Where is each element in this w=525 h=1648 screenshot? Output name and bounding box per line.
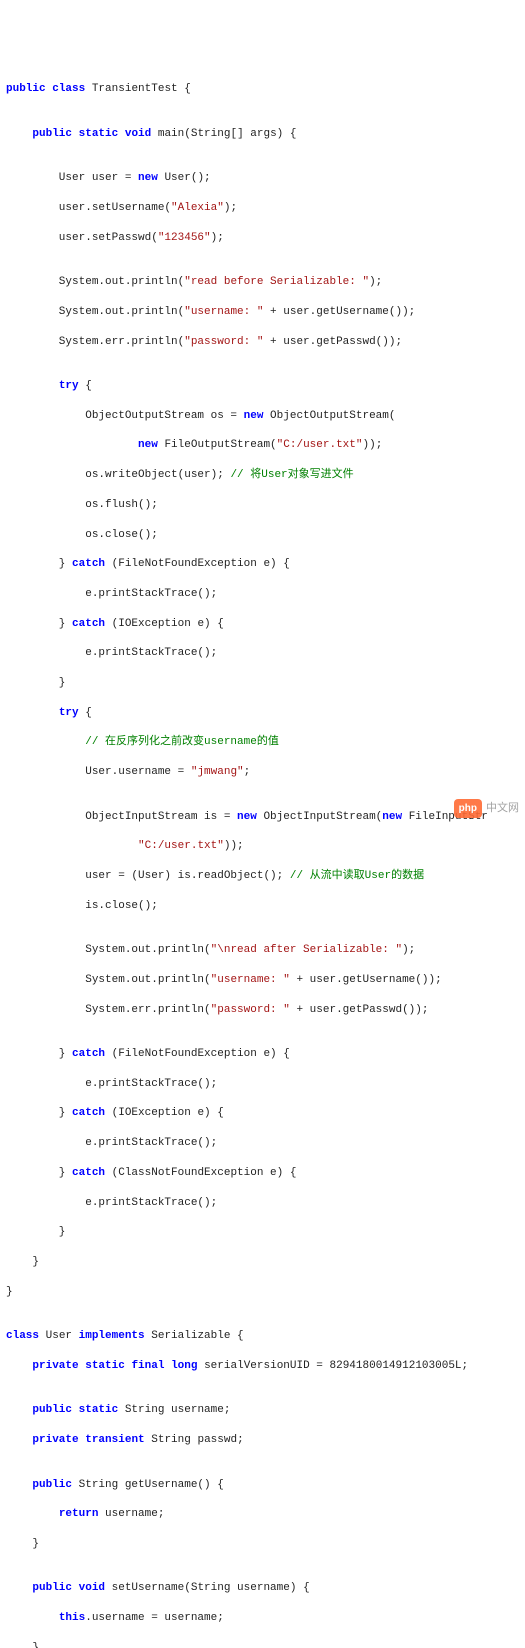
code-block: public class TransientTest { public stat…: [6, 67, 519, 1648]
keyword: public: [6, 83, 46, 95]
watermark-text: 中文网: [486, 801, 519, 816]
watermark: php 中文网: [454, 799, 519, 819]
watermark-badge: php: [454, 799, 482, 819]
